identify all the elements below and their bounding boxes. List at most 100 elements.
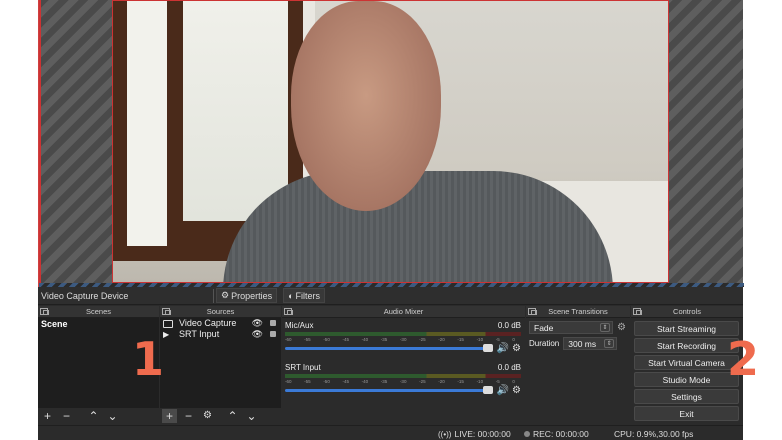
play-icon: ▶ (163, 329, 170, 339)
transition-row: Fade ⇕ ⚙ (529, 321, 627, 334)
tick: -20 (438, 337, 445, 342)
tick: -35 (380, 337, 388, 342)
camera-icon (163, 319, 173, 328)
filters-button[interactable]: ◐ Filters (283, 288, 326, 303)
lock-icon[interactable] (270, 320, 276, 326)
undock-icon[interactable] (633, 308, 642, 315)
video-capture-preview[interactable] (112, 0, 669, 283)
settings-button[interactable]: Settings (634, 389, 739, 404)
divider (213, 288, 214, 303)
move-up-icon[interactable]: ⌃ (225, 409, 240, 423)
add-source-icon[interactable]: + (162, 409, 177, 423)
tick: -50 (323, 337, 330, 342)
source-item-srt-input[interactable]: ▶ SRT Input 👁 (160, 329, 281, 340)
properties-label: Properties (231, 290, 273, 301)
tick: -45 (342, 379, 349, 384)
start-streaming-button[interactable]: Start Streaming (634, 321, 739, 336)
tick: -40 (361, 379, 369, 384)
undock-icon[interactable] (162, 308, 171, 315)
status-bar: ((•)) LIVE: 00:00:00 REC: 00:00:00 CPU: … (38, 425, 743, 440)
sources-list[interactable]: Video Capture 👁 ▶ SRT Input 👁 (160, 318, 281, 408)
record-dot-icon (524, 431, 530, 437)
tick: -15 (457, 379, 464, 384)
undock-icon[interactable] (284, 308, 293, 315)
updown-chevron-icon: ⇕ (600, 323, 610, 332)
scene-item[interactable]: Scene (38, 318, 159, 330)
tick: -15 (457, 337, 464, 342)
visibility-eye-icon[interactable]: 👁 (252, 318, 263, 329)
duration-label: Duration (529, 339, 560, 348)
volume-slider[interactable] (285, 389, 489, 392)
annotation-number: 1 (132, 332, 165, 386)
exit-button[interactable]: Exit (634, 406, 739, 421)
scene-transitions-dock: Scene Transitions Fade ⇕ ⚙ Duration 300 … (526, 306, 630, 424)
source-context-bar: Video Capture Device ⚙ Properties ◐ Filt… (38, 287, 743, 305)
sources-dock: Sources Video Capture 👁 ▶ SRT Input 👁 + … (160, 306, 281, 424)
rec-time: REC: 00:00:00 (533, 429, 589, 439)
start-virtual-camera-button[interactable]: Start Virtual Camera (634, 355, 739, 370)
transition-select[interactable]: Fade ⇕ (529, 321, 613, 334)
controls-title-bar: Controls (631, 306, 743, 318)
visibility-eye-icon[interactable]: 👁 (252, 329, 263, 340)
move-down-icon[interactable]: ⌄ (105, 409, 120, 423)
move-up-icon[interactable]: ⌃ (86, 409, 101, 423)
studio-mode-button[interactable]: Studio Mode (634, 372, 739, 387)
volume-meter (285, 332, 521, 336)
meter-scale: -60 -55 -50 -45 -40 -35 -30 -25 -20 -15 … (285, 379, 515, 385)
speaker-icon[interactable]: 🔊 (497, 385, 509, 396)
broadcast-icon: ((•)) (438, 429, 452, 439)
move-down-icon[interactable]: ⌄ (244, 409, 259, 423)
gear-icon[interactable]: ⚙ (512, 385, 521, 396)
source-item-video-capture[interactable]: Video Capture 👁 (160, 318, 281, 329)
controls-title: Controls (673, 307, 701, 316)
gear-icon: ⚙ (221, 290, 230, 300)
cpu-fps: CPU: 0.9%,30.00 fps (614, 429, 694, 439)
preview-canvas[interactable] (38, 0, 744, 287)
lock-icon[interactable] (270, 331, 276, 337)
sources-toolbar: + − ⚙ ⌃ ⌄ (160, 408, 281, 424)
source-properties-gear-icon[interactable]: ⚙ (200, 409, 215, 423)
tick: -45 (342, 337, 349, 342)
tick: -25 (419, 337, 426, 342)
audio-mixer-title-bar: Audio Mixer (282, 306, 525, 318)
properties-button[interactable]: ⚙ Properties (216, 288, 278, 303)
scenes-toolbar: + − ⌃ ⌄ (38, 408, 159, 424)
scene-transitions-title: Scene Transitions (548, 307, 608, 316)
tick: -30 (399, 379, 407, 384)
rec-status: REC: 00:00:00 (524, 429, 589, 439)
tick: -55 (304, 379, 311, 384)
remove-scene-icon[interactable]: − (59, 409, 74, 423)
channel-name: SRT Input (285, 363, 321, 372)
channel-name: Mic/Aux (285, 321, 314, 330)
speaker-icon[interactable]: 🔊 (497, 343, 509, 354)
volume-slider[interactable] (285, 347, 489, 350)
undock-icon[interactable] (40, 308, 49, 315)
gear-icon[interactable]: ⚙ (617, 322, 626, 333)
duration-value: 300 ms (568, 338, 597, 349)
source-label: SRT Input (179, 329, 220, 339)
meter-scale: -60 -55 -50 -45 -40 -35 -30 -25 -20 -15 … (285, 337, 515, 343)
mixer-channel-mic: Mic/Aux 0.0 dB -60 -55 -50 -45 -40 -35 -… (285, 321, 521, 359)
window-glass-right (183, 1, 288, 221)
duration-input[interactable]: 300 ms ⇕ (563, 337, 618, 350)
start-recording-button[interactable]: Start Recording (634, 338, 739, 353)
stepper-icon[interactable]: ⇕ (604, 339, 615, 348)
volume-slider-handle[interactable] (483, 344, 493, 352)
add-scene-icon[interactable]: + (40, 409, 55, 423)
volume-slider-handle[interactable] (483, 386, 493, 394)
gear-icon[interactable]: ⚙ (512, 343, 521, 354)
person-body (223, 171, 613, 282)
remove-source-icon[interactable]: − (181, 409, 196, 423)
transition-selected: Fade (534, 322, 554, 333)
person-head (291, 1, 441, 211)
tick: -55 (304, 337, 311, 342)
tick: -25 (419, 379, 426, 384)
undock-icon[interactable] (528, 308, 537, 315)
preview-border (39, 0, 41, 287)
filters-icon: ◐ (288, 290, 294, 301)
tick: -30 (399, 337, 407, 342)
window-glass-left (127, 1, 167, 246)
live-time: LIVE: 00:00:00 (454, 429, 511, 439)
channel-level: 0.0 dB (497, 363, 521, 372)
channel-level: 0.0 dB (497, 321, 521, 330)
